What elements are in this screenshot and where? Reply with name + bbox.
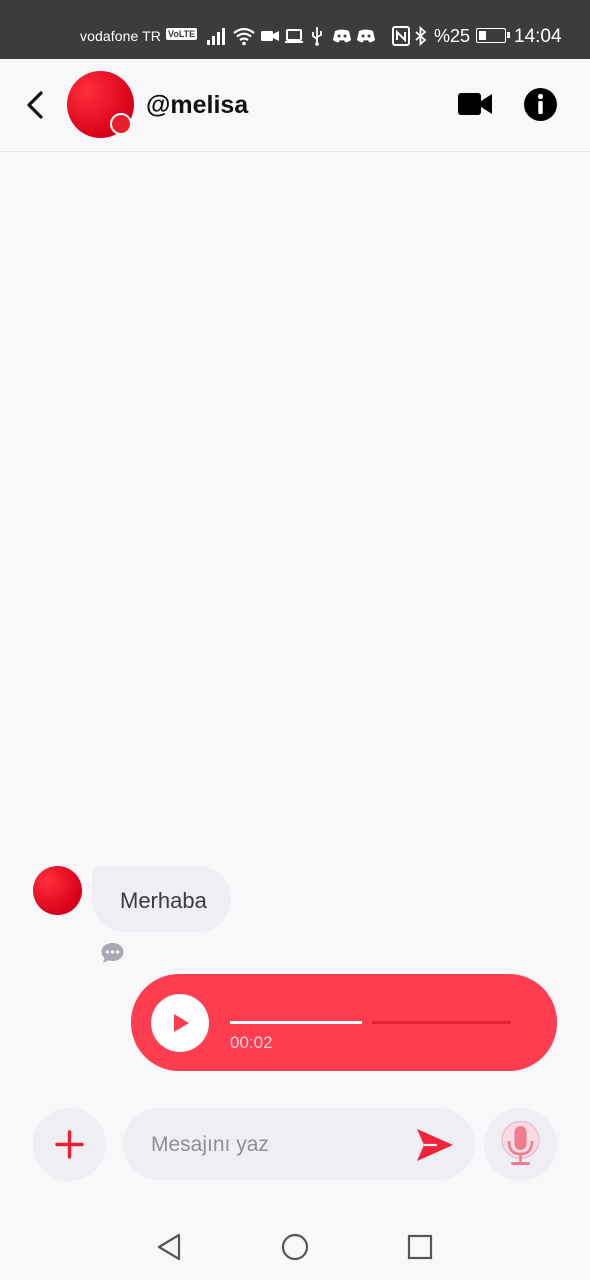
nav-home-icon[interactable] [281,1233,309,1261]
voice-progress-bar[interactable] [230,1021,511,1024]
message-input[interactable] [149,1128,403,1162]
bluetooth-icon [415,26,427,46]
microphone-icon [501,1120,540,1165]
video-record-icon [261,31,279,41]
battery-charging-icon [476,28,510,43]
message-input-container [123,1108,475,1180]
usb-icon [312,27,322,46]
voice-duration: 00:02 [230,1033,273,1052]
nav-back-icon[interactable] [155,1232,183,1262]
plus-icon [55,1130,84,1159]
chat-username[interactable]: @melisa [146,91,248,120]
discord-icon [333,29,351,43]
nav-recents-icon[interactable] [407,1234,433,1260]
chat-header: @melisa [0,59,590,152]
voice-record-button[interactable] [484,1108,557,1181]
info-icon[interactable] [523,87,558,122]
play-icon [174,1014,189,1032]
carrier-name: vodafone TR [80,28,162,44]
sender-avatar[interactable] [33,866,82,915]
incoming-message-bubble[interactable]: Merhaba [92,866,231,932]
voice-progress-remaining [372,1021,511,1024]
online-status-indicator [110,113,132,135]
voice-message-bubble: 00:02 [131,974,557,1071]
battery-percent: %25 [434,26,471,46]
add-attachment-button[interactable] [33,1108,106,1181]
back-icon[interactable] [20,89,52,121]
video-call-icon[interactable] [456,89,494,119]
play-button[interactable] [151,994,209,1052]
cast-icon [285,29,303,43]
status-bar: vodafone TR VoLTE %25 14:04 [0,0,590,59]
clock: 14:04 [514,26,562,47]
reply-bubble-icon[interactable] [100,941,125,965]
voice-progress-played [230,1021,363,1024]
volte-badge: VoLTE [166,28,198,40]
system-navigation-bar [0,1212,590,1280]
wifi-icon [233,27,255,46]
send-icon[interactable] [415,1126,455,1164]
signal-icon [207,28,225,45]
nfc-icon [392,26,410,46]
message-text: Merhaba [120,888,207,913]
discord-icon [357,29,375,43]
